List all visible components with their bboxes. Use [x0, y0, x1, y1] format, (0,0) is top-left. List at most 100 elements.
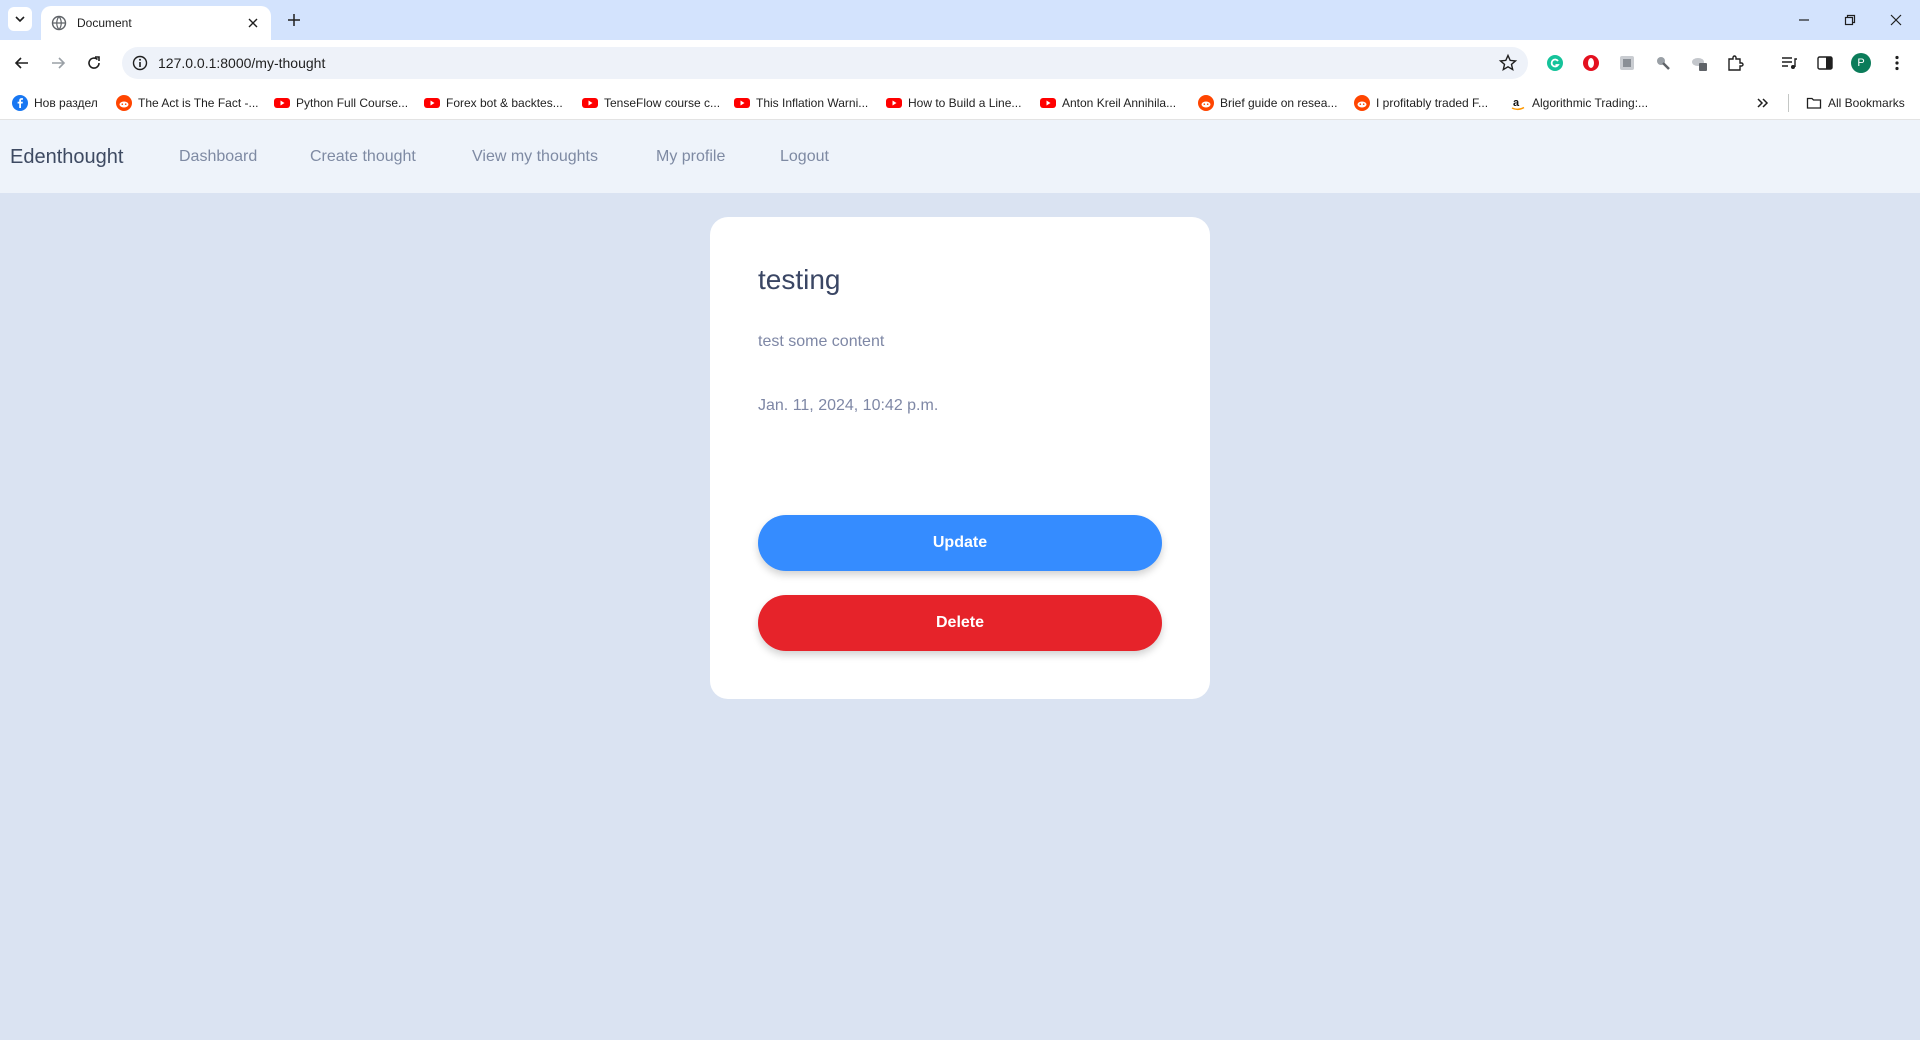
all-bookmarks-button[interactable]: All Bookmarks: [1806, 94, 1905, 112]
close-icon: [248, 18, 258, 28]
url-text[interactable]: 127.0.0.1:8000/my-thought: [158, 55, 325, 71]
youtube-icon: [886, 98, 902, 108]
bookmark-label: Нов раздел: [34, 96, 98, 110]
bookmark-item[interactable]: The Act is The Fact -...: [116, 94, 259, 112]
nav-view-my-thoughts[interactable]: View my thoughts: [472, 148, 598, 166]
youtube-icon: [1040, 98, 1056, 108]
bookmark-label: How to Build a Line...: [908, 96, 1022, 110]
bookmark-item[interactable]: TenseFlow course c...: [582, 94, 720, 112]
back-button[interactable]: [8, 49, 36, 77]
restore-icon: [1844, 14, 1856, 26]
folder-icon: [1806, 97, 1822, 109]
opera-icon: [1583, 55, 1599, 71]
bookmark-label: Python Full Course...: [296, 96, 409, 110]
reddit-icon: [1198, 95, 1214, 111]
grammarly-extension[interactable]: [1544, 52, 1566, 74]
bookmarks-bar: Нов раздел The Act is The Fact -... Pyth…: [0, 86, 1920, 120]
extensions-button[interactable]: [1724, 52, 1746, 74]
profile-button[interactable]: P: [1850, 52, 1872, 74]
side-panel-icon: [1817, 56, 1833, 70]
chevron-double-right-icon: [1757, 98, 1769, 108]
avatar: P: [1851, 53, 1871, 73]
bookmark-label: Anton Kreil Annihila...: [1062, 96, 1177, 110]
bookmark-label: I profitably traded F...: [1376, 96, 1489, 110]
side-panel-button[interactable]: [1814, 52, 1836, 74]
bookmark-item[interactable]: This Inflation Warni...: [734, 94, 868, 112]
extension-2[interactable]: [1652, 52, 1674, 74]
bookmark-item[interactable]: How to Build a Line...: [886, 94, 1021, 112]
opera-extension[interactable]: [1580, 52, 1602, 74]
bookmark-label: TenseFlow course c...: [604, 96, 721, 110]
avatar-initial: P: [1857, 57, 1865, 69]
nav-logout[interactable]: Logout: [780, 148, 829, 166]
minimize-button[interactable]: [1782, 0, 1826, 40]
reload-button[interactable]: [80, 49, 108, 77]
thought-date: Jan. 11, 2024, 10:42 p.m.: [758, 397, 939, 414]
cloud-icon: [1692, 58, 1707, 71]
playlist-icon: [1782, 57, 1797, 69]
address-bar[interactable]: 127.0.0.1:8000/my-thought: [122, 47, 1528, 79]
bookmark-item[interactable]: a Algorithmic Trading:...: [1510, 94, 1648, 112]
youtube-icon: [274, 98, 290, 108]
youtube-icon: [734, 98, 750, 108]
all-bookmarks-label: All Bookmarks: [1828, 96, 1905, 110]
thought-content: test some content: [758, 333, 885, 350]
tab-search-button[interactable]: [8, 7, 32, 31]
bookmark-label: The Act is The Fact -...: [138, 96, 259, 110]
tab-title: Document: [77, 16, 132, 30]
extension-3[interactable]: [1688, 52, 1710, 74]
bookmark-item[interactable]: Python Full Course...: [274, 94, 408, 112]
bookmarks-divider: [1788, 94, 1789, 112]
update-button[interactable]: Update: [758, 515, 1162, 571]
thought-title: testing: [758, 264, 841, 295]
close-icon: [1890, 14, 1902, 26]
bookmark-label: Brief guide on resea...: [1220, 96, 1338, 110]
forward-button[interactable]: [44, 49, 72, 77]
bookmark-item[interactable]: Нов раздел: [12, 94, 98, 112]
new-tab-button[interactable]: [283, 9, 305, 31]
bookmark-item[interactable]: Forex bot & backtes...: [424, 94, 563, 112]
tool-icon: [1657, 57, 1670, 70]
grammarly-icon: [1547, 55, 1563, 71]
tab-close-button[interactable]: [245, 15, 261, 31]
svg-text:a: a: [1513, 97, 1520, 109]
bookmark-star-icon[interactable]: [1498, 53, 1518, 73]
extension-1[interactable]: [1616, 52, 1638, 74]
puzzle-grid-icon: [1620, 56, 1634, 70]
arrow-left-icon: [14, 57, 28, 69]
restore-button[interactable]: [1828, 0, 1872, 40]
reddit-icon: [1354, 95, 1370, 111]
nav-create-thought[interactable]: Create thought: [310, 148, 416, 166]
browser-toolbar: 127.0.0.1:8000/my-thought P: [0, 40, 1920, 86]
bookmark-label: Algorithmic Trading:...: [1532, 96, 1649, 110]
globe-icon: [51, 15, 67, 31]
bookmark-label: Forex bot & backtes...: [446, 96, 563, 110]
reload-icon: [88, 56, 100, 69]
bookmark-label: This Inflation Warni...: [756, 96, 869, 110]
bookmark-item[interactable]: Brief guide on resea...: [1198, 94, 1337, 112]
media-controls-button[interactable]: [1778, 52, 1800, 74]
reddit-icon: [116, 95, 132, 111]
amazon-icon: a: [1511, 97, 1525, 111]
site-navbar: Edenthought Dashboard Create thought Vie…: [0, 120, 1920, 193]
more-bookmarks-button[interactable]: [1756, 94, 1770, 112]
minimize-icon: [1799, 19, 1809, 21]
youtube-icon: [424, 98, 440, 108]
close-window-button[interactable]: [1874, 0, 1918, 40]
thought-card: testing test some content Jan. 11, 2024,…: [710, 217, 1210, 699]
browser-tab[interactable]: Document: [41, 6, 271, 40]
brand-logo[interactable]: Edenthought: [10, 146, 123, 169]
puzzle-icon: [1728, 55, 1744, 71]
nav-my-profile[interactable]: My profile: [656, 148, 725, 166]
arrow-right-icon: [52, 57, 66, 69]
browser-tabstrip: Document: [0, 0, 1920, 40]
more-vert-icon: [1895, 55, 1899, 71]
bookmark-item[interactable]: I profitably traded F...: [1354, 94, 1488, 112]
menu-button[interactable]: [1886, 52, 1908, 74]
plus-icon: [288, 14, 300, 26]
nav-dashboard[interactable]: Dashboard: [179, 148, 257, 166]
bookmark-item[interactable]: Anton Kreil Annihila...: [1040, 94, 1176, 112]
chevron-down-icon: [15, 16, 25, 23]
delete-button[interactable]: Delete: [758, 595, 1162, 651]
info-icon[interactable]: [132, 55, 148, 71]
